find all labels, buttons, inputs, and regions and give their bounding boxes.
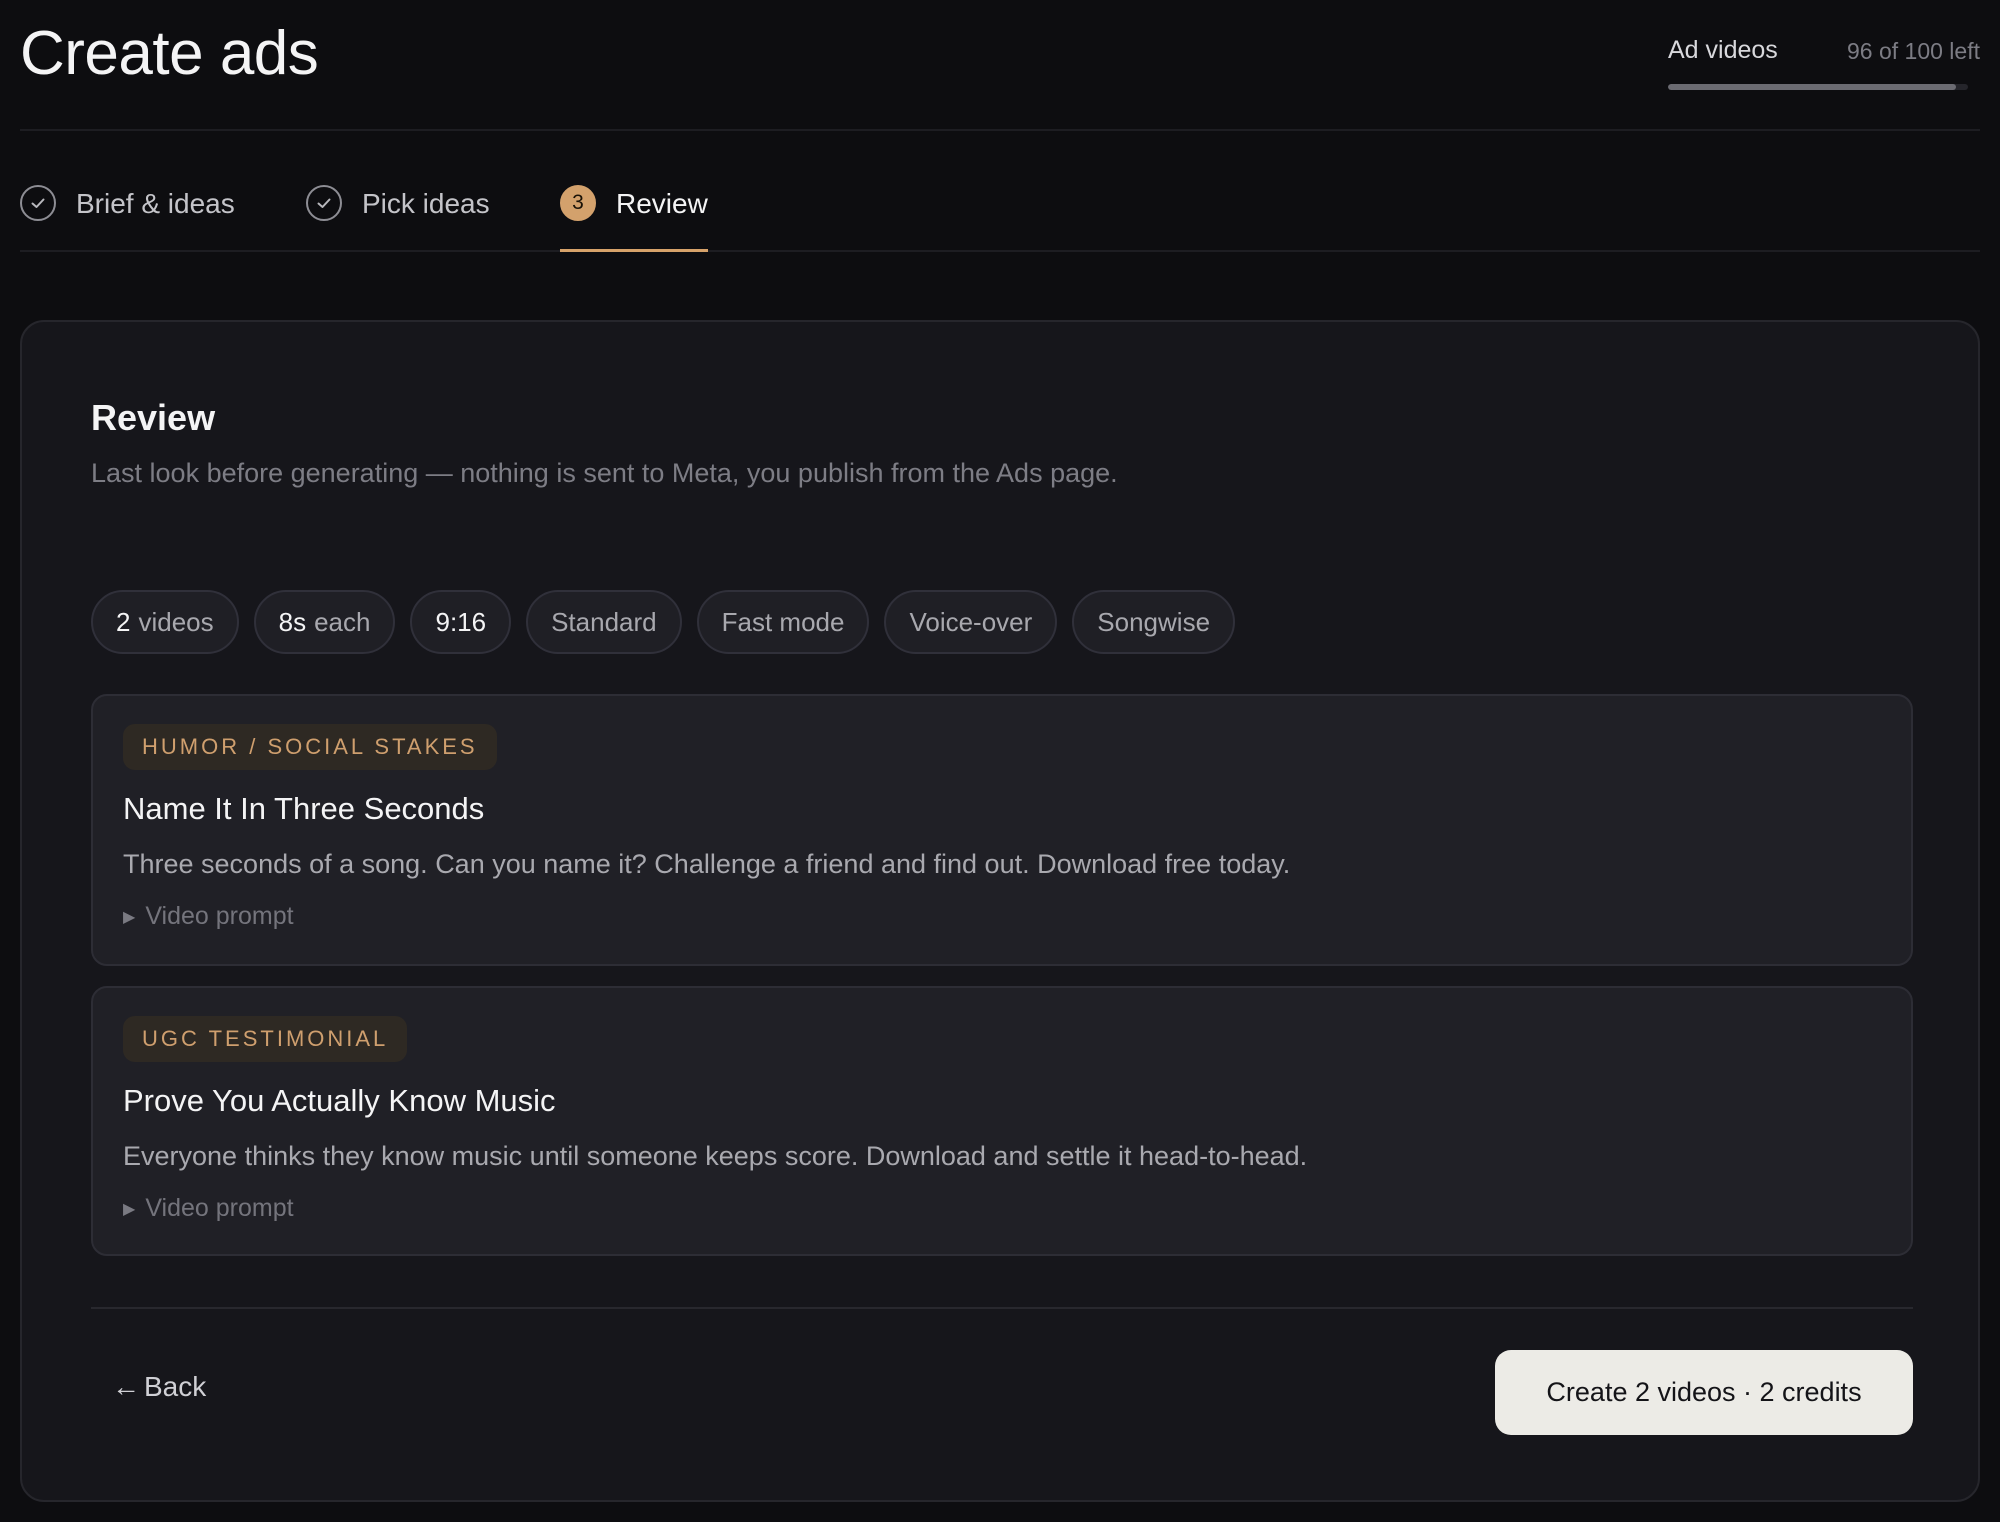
chip-video-count: 2 videos bbox=[91, 590, 239, 654]
review-panel: Review Last look before generating — not… bbox=[20, 320, 1980, 1502]
review-subtitle: Last look before generating — nothing is… bbox=[91, 458, 1118, 488]
header: Create ads Ad videos 96 of 100 left bbox=[20, 0, 1980, 131]
idea-title: Name It In Three Seconds bbox=[123, 791, 485, 826]
review-title: Review bbox=[91, 397, 216, 438]
usage-count: 96 of 100 left bbox=[1847, 38, 1980, 64]
page: Create ads Ad videos 96 of 100 left Brie… bbox=[0, 0, 2000, 1522]
step-label: Pick ideas bbox=[362, 188, 490, 219]
idea-body: Everyone thinks they know music until so… bbox=[123, 1141, 1308, 1171]
usage-progress-fill bbox=[1668, 84, 1956, 90]
video-prompt-toggle[interactable]: ▶ Video prompt bbox=[123, 902, 294, 931]
chip-app: Songwise bbox=[1072, 590, 1236, 654]
video-prompt-label: Video prompt bbox=[145, 902, 294, 930]
step-pick-ideas[interactable]: Pick ideas bbox=[306, 170, 490, 252]
caret-right-icon: ▶ bbox=[123, 1200, 136, 1218]
step-number-badge: 3 bbox=[560, 185, 596, 221]
idea-body: Three seconds of a song. Can you name it… bbox=[123, 849, 1291, 879]
create-videos-button[interactable]: Create 2 videos · 2 credits bbox=[1495, 1350, 1913, 1435]
video-prompt-toggle[interactable]: ▶ Video prompt bbox=[123, 1194, 294, 1223]
idea-card: UGC TESTIMONIAL Prove You Actually Know … bbox=[91, 986, 1913, 1256]
step-brief-ideas[interactable]: Brief & ideas bbox=[20, 170, 235, 252]
check-icon bbox=[306, 185, 342, 221]
stepper: Brief & ideas Pick ideas 3 Review bbox=[20, 170, 1980, 252]
chip-aspect-ratio: 9:16 bbox=[410, 590, 512, 654]
usage-progress-bar bbox=[1668, 84, 1968, 90]
idea-card: HUMOR / SOCIAL STAKES Name It In Three S… bbox=[91, 694, 1913, 966]
step-review[interactable]: 3 Review bbox=[560, 170, 708, 252]
chip-voice-over: Voice-over bbox=[884, 590, 1058, 654]
check-icon bbox=[20, 185, 56, 221]
idea-tag: HUMOR / SOCIAL STAKES bbox=[123, 724, 497, 770]
back-label: Back bbox=[144, 1371, 207, 1402]
usage-label: Ad videos bbox=[1668, 36, 1778, 64]
idea-tag: UGC TESTIMONIAL bbox=[123, 1016, 408, 1062]
step-label: Brief & ideas bbox=[76, 188, 235, 219]
footer-divider bbox=[91, 1307, 1913, 1309]
chip-speed: Fast mode bbox=[696, 590, 870, 654]
chip-duration: 8s each bbox=[253, 590, 396, 654]
video-prompt-label: Video prompt bbox=[145, 1194, 294, 1222]
step-label: Review bbox=[616, 188, 708, 219]
settings-chips: 2 videos 8s each 9:16 Standard Fast mode V… bbox=[91, 590, 1236, 654]
back-button[interactable]: ← Back bbox=[112, 1371, 206, 1403]
caret-right-icon: ▶ bbox=[123, 908, 136, 926]
arrow-left-icon: ← bbox=[112, 1371, 140, 1402]
idea-title: Prove You Actually Know Music bbox=[123, 1083, 556, 1118]
page-title: Create ads bbox=[20, 19, 319, 88]
chip-quality: Standard bbox=[526, 590, 682, 654]
